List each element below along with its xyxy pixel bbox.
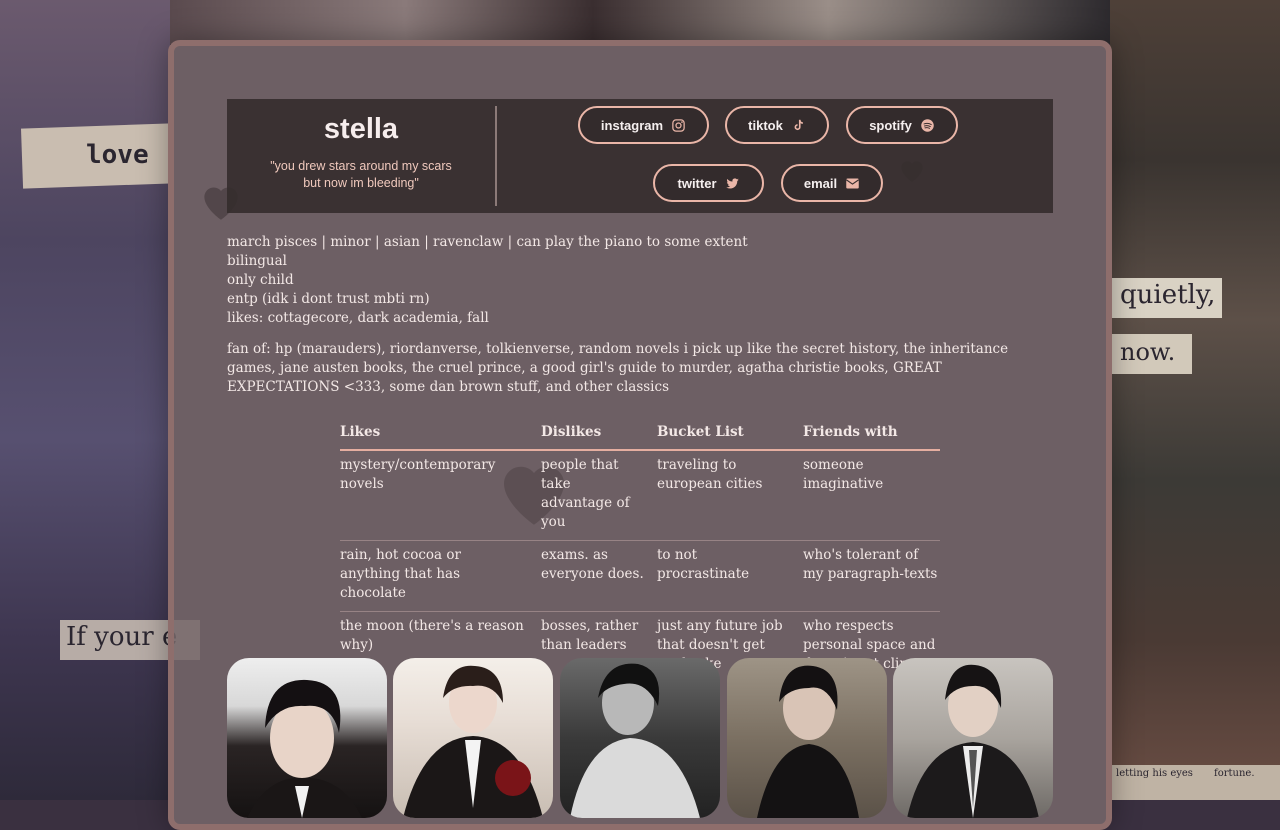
- portrait-image: [403, 665, 543, 818]
- bio-line: likes: cottagecore, dark academia, fall: [227, 310, 489, 326]
- table-row: mystery/contemporary novels people that …: [340, 450, 940, 541]
- photo-gallery: [227, 658, 1053, 818]
- table-cell: someone imaginative: [803, 450, 940, 541]
- bio-section: march pisces | minor | asian | ravenclaw…: [227, 233, 1053, 328]
- twitter-icon: [725, 177, 739, 188]
- photo-4[interactable]: [727, 658, 887, 818]
- collage-top-strip: [170, 0, 1110, 44]
- instagram-link[interactable]: instagram: [578, 106, 709, 144]
- table-cell: to not procrastinate: [657, 540, 803, 612]
- bio-line: only child: [227, 272, 294, 288]
- table-cell: mystery/contemporary novels: [340, 450, 541, 541]
- photo-5[interactable]: [893, 658, 1053, 818]
- table-header-row: Likes Dislikes Bucket List Friends with: [340, 423, 940, 451]
- tiktok-icon: [794, 119, 803, 130]
- name-block: stella "you drew stars around my scars b…: [227, 99, 495, 213]
- table-cell: rain, hot cocoa or anything that has cho…: [340, 540, 541, 612]
- column-header: Friends with: [803, 423, 940, 451]
- now-text: now.: [1120, 338, 1176, 366]
- tiktok-link[interactable]: tiktok: [725, 106, 829, 144]
- table-cell: traveling to european cities: [657, 450, 803, 541]
- spotify-icon: [921, 118, 934, 132]
- card-content: stella "you drew stars around my scars b…: [227, 99, 1053, 682]
- bio-line: bilingual: [227, 253, 287, 269]
- profile-quote: "you drew stars around my scars but now …: [270, 159, 452, 190]
- profile-name: stella: [323, 113, 399, 145]
- portrait-image: [570, 663, 700, 818]
- bio-line: entp (idk i dont trust mbti rn): [227, 291, 430, 307]
- spotify-link[interactable]: spotify: [846, 106, 958, 144]
- column-header: Bucket List: [657, 423, 803, 451]
- link-label: email: [803, 175, 838, 191]
- link-label: spotify: [869, 117, 912, 133]
- if-your-text: If your e: [66, 622, 178, 652]
- table-cell: who's tolerant of my paragraph-texts: [803, 540, 940, 612]
- table-row: rain, hot cocoa or anything that has cho…: [340, 540, 940, 612]
- quietly-text: quietly,: [1120, 280, 1216, 310]
- twitter-link[interactable]: twitter: [653, 164, 764, 202]
- fan-of-text: fan of: hp (marauders), riordanverse, to…: [227, 341, 1009, 395]
- table-cell: people that take advantage of you: [541, 450, 657, 541]
- collage-right-strip: [1110, 0, 1280, 800]
- instagram-icon: [672, 118, 685, 132]
- email-link[interactable]: email: [781, 164, 883, 202]
- letting-text: letting his eyes: [1116, 768, 1193, 779]
- envelope-icon: [846, 178, 860, 188]
- preferences-table: Likes Dislikes Bucket List Friends with …: [340, 423, 940, 682]
- link-label: instagram: [600, 117, 664, 133]
- portrait-image: [757, 665, 859, 818]
- portrait-image: [247, 679, 362, 818]
- profile-header: stella "you drew stars around my scars b…: [227, 99, 1053, 213]
- love-text: love: [86, 140, 149, 170]
- bio-line: march pisces | minor | asian | ravenclaw…: [227, 234, 748, 250]
- column-header: Likes: [340, 423, 541, 451]
- fortune-text: fortune.: [1214, 768, 1255, 779]
- link-label: twitter: [677, 175, 717, 191]
- photo-2[interactable]: [393, 658, 553, 818]
- collage-left-strip: [0, 0, 170, 800]
- link-label: tiktok: [748, 117, 783, 133]
- social-links: instagram tiktok spotify twitter email: [497, 99, 1053, 213]
- photo-3[interactable]: [560, 658, 720, 818]
- column-header: Dislikes: [541, 423, 657, 451]
- photo-1[interactable]: [227, 658, 387, 818]
- table-cell: exams. as everyone does.: [541, 540, 657, 612]
- portrait-image: [907, 664, 1039, 818]
- profile-card: stella "you drew stars around my scars b…: [168, 40, 1112, 830]
